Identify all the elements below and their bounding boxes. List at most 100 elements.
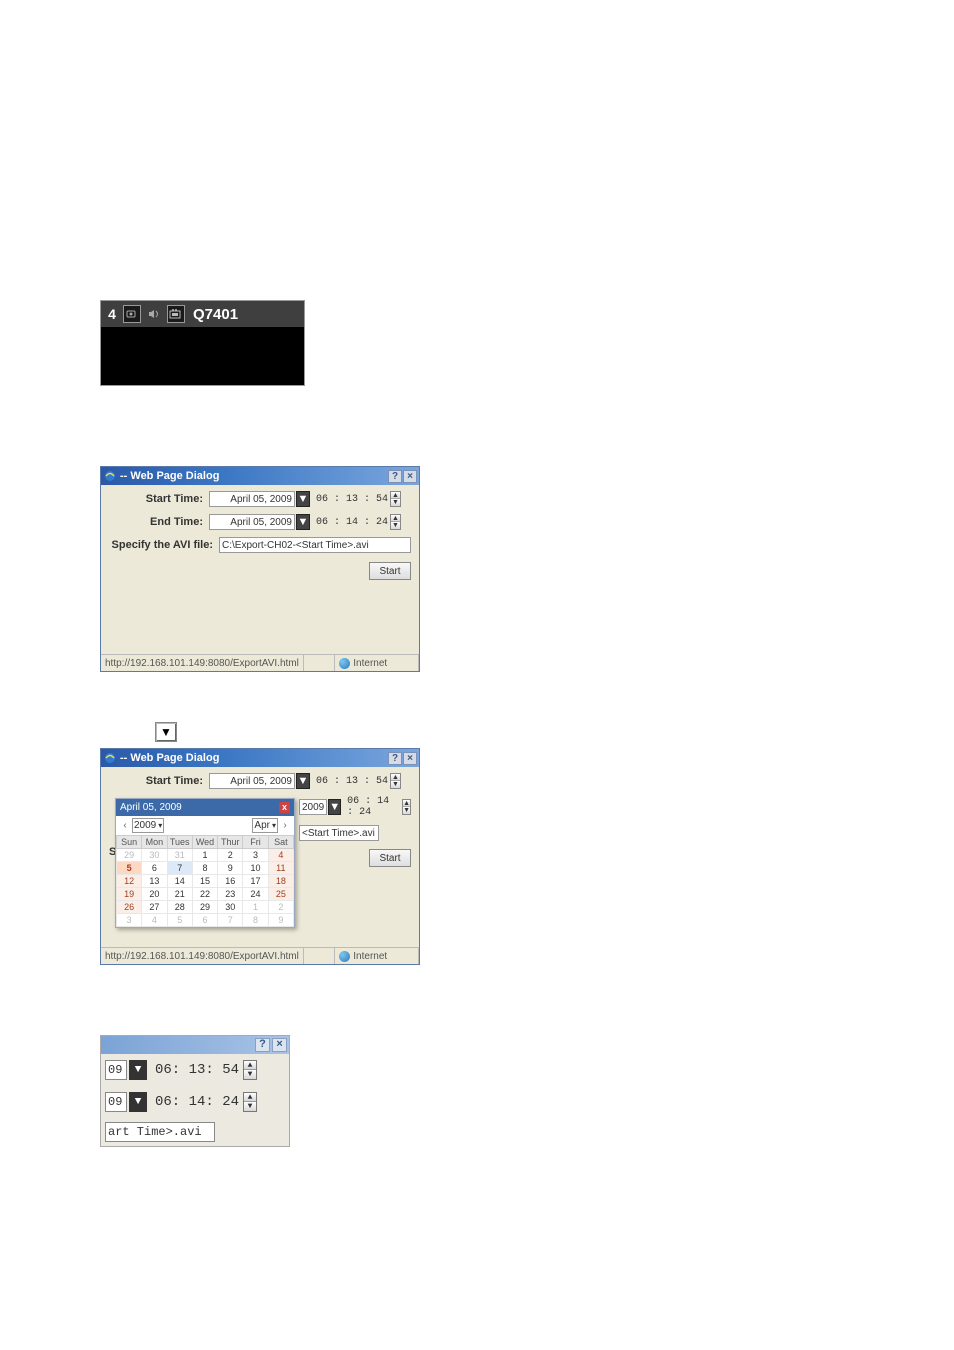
start-date-input[interactable]: April 05, 2009	[209, 773, 295, 789]
end-date-dropdown[interactable]: ▼	[328, 799, 341, 815]
calendar-day[interactable]: 12	[117, 875, 142, 888]
row1-year-frag[interactable]: 09	[105, 1060, 127, 1080]
calendar-day[interactable]: 5	[167, 914, 192, 927]
next-month-button[interactable]: ›	[280, 820, 290, 831]
start-date-input[interactable]: April 05, 2009	[209, 491, 295, 507]
spin-up-icon[interactable]: ▲	[391, 492, 400, 499]
file-fragment[interactable]: art Time>.avi	[105, 1122, 215, 1142]
end-time-spinner[interactable]: ▲ ▼	[390, 514, 401, 530]
audio-icon[interactable]	[145, 305, 163, 323]
calendar-day[interactable]: 1	[243, 901, 268, 914]
row1-time[interactable]: 06: 13: 54	[155, 1062, 239, 1078]
calendar-day[interactable]: 30	[218, 901, 243, 914]
calendar-day[interactable]: 1	[192, 849, 217, 862]
row2-dropdown[interactable]: ▼	[129, 1092, 147, 1112]
end-date-input[interactable]: April 05, 2009	[209, 514, 295, 530]
calendar-day[interactable]: 6	[142, 862, 167, 875]
calendar-close-button[interactable]: x	[279, 802, 290, 813]
avi-file-input-partial[interactable]: <Start Time>.avi	[299, 825, 379, 841]
close-button[interactable]: ×	[403, 752, 417, 765]
spin-down-icon[interactable]: ▼	[391, 522, 400, 529]
calendar-day[interactable]: 4	[268, 849, 293, 862]
calendar-day[interactable]: 3	[117, 914, 142, 927]
calendar-day[interactable]: 2	[218, 849, 243, 862]
calendar-day[interactable]: 10	[243, 862, 268, 875]
calendar-day[interactable]: 31	[167, 849, 192, 862]
start-time-text[interactable]: 06 : 13 : 54	[316, 494, 388, 505]
spin-down-icon[interactable]: ▼	[391, 499, 400, 506]
spin-up-icon[interactable]: ▲	[391, 515, 400, 522]
record-icon[interactable]	[123, 305, 141, 323]
calendar-day[interactable]: 7	[167, 862, 192, 875]
start-button[interactable]: Start	[369, 849, 411, 867]
calendar-day[interactable]: 16	[218, 875, 243, 888]
start-time-spinner[interactable]: ▲ ▼	[390, 773, 401, 789]
help-button[interactable]: ?	[255, 1038, 270, 1052]
help-button[interactable]: ?	[388, 470, 402, 483]
calendar-day[interactable]: 2	[268, 901, 293, 914]
spin-down-icon[interactable]: ▼	[244, 1070, 256, 1079]
calendar-day[interactable]: 20	[142, 888, 167, 901]
spin-down-icon[interactable]: ▼	[403, 807, 410, 814]
calendar-day[interactable]: 29	[117, 849, 142, 862]
calendar-day[interactable]: 26	[117, 901, 142, 914]
calendar-day[interactable]: 28	[167, 901, 192, 914]
close-button[interactable]: ×	[272, 1038, 287, 1052]
avi-file-input[interactable]: C:\Export-CH02-<Start Time>.avi	[219, 537, 411, 553]
calendar-day[interactable]: 15	[192, 875, 217, 888]
start-time-text[interactable]: 06 : 13 : 54	[316, 776, 388, 787]
end-time-text[interactable]: 06 : 14 : 24	[347, 796, 400, 818]
calendar-day[interactable]: 27	[142, 901, 167, 914]
end-time-spinner[interactable]: ▲ ▼	[402, 799, 411, 815]
start-time-spinner[interactable]: ▲ ▼	[390, 491, 401, 507]
calendar-day[interactable]: 5	[117, 862, 142, 875]
spin-up-icon[interactable]: ▲	[244, 1093, 256, 1102]
dialog-body: Start Time: April 05, 2009 ▼ 06 : 13 : 5…	[101, 485, 419, 654]
row2-time[interactable]: 06: 14: 24	[155, 1094, 239, 1110]
calendar-day[interactable]: 8	[243, 914, 268, 927]
calendar-day[interactable]: 19	[117, 888, 142, 901]
dropdown-button-standalone[interactable]: ▼	[155, 722, 177, 742]
calendar-day[interactable]: 9	[268, 914, 293, 927]
row2-spinner[interactable]: ▲ ▼	[243, 1092, 257, 1112]
calendar-day[interactable]: 25	[268, 888, 293, 901]
spin-down-icon[interactable]: ▼	[391, 781, 400, 788]
year-select[interactable]: 2009▾	[132, 818, 164, 833]
calendar-day[interactable]: 29	[192, 901, 217, 914]
month-select[interactable]: Apr▾	[252, 818, 278, 833]
spin-up-icon[interactable]: ▲	[391, 774, 400, 781]
camera-icon[interactable]	[167, 305, 185, 323]
row1-spinner[interactable]: ▲ ▼	[243, 1060, 257, 1080]
calendar-day[interactable]: 9	[218, 862, 243, 875]
row1-dropdown[interactable]: ▼	[129, 1060, 147, 1080]
calendar-day[interactable]: 24	[243, 888, 268, 901]
calendar-day[interactable]: 11	[268, 862, 293, 875]
calendar-day[interactable]: 22	[192, 888, 217, 901]
calendar-day[interactable]: 3	[243, 849, 268, 862]
calendar-day[interactable]: 6	[192, 914, 217, 927]
calendar-day[interactable]: 23	[218, 888, 243, 901]
calendar-day[interactable]: 4	[142, 914, 167, 927]
calendar-day[interactable]: 8	[192, 862, 217, 875]
spin-up-icon[interactable]: ▲	[244, 1061, 256, 1070]
end-time-text[interactable]: 06 : 14 : 24	[316, 517, 388, 528]
start-date-dropdown[interactable]: ▼	[296, 773, 310, 789]
row2-year-frag[interactable]: 09	[105, 1092, 127, 1112]
calendar-day[interactable]: 30	[142, 849, 167, 862]
calendar-day[interactable]: 14	[167, 875, 192, 888]
start-button[interactable]: Start	[369, 562, 411, 580]
start-date-dropdown[interactable]: ▼	[296, 491, 310, 507]
end-year-input[interactable]: 2009	[299, 799, 327, 815]
calendar-day[interactable]: 13	[142, 875, 167, 888]
calendar-day[interactable]: 21	[167, 888, 192, 901]
spin-up-icon[interactable]: ▲	[403, 800, 410, 807]
help-button[interactable]: ?	[388, 752, 402, 765]
prev-year-button[interactable]: ‹	[120, 820, 130, 831]
end-date-dropdown[interactable]: ▼	[296, 514, 310, 530]
calendar-day[interactable]: 17	[243, 875, 268, 888]
close-button[interactable]: ×	[403, 470, 417, 483]
spin-down-icon[interactable]: ▼	[244, 1102, 256, 1111]
status-zone: Internet	[335, 948, 419, 964]
calendar-day[interactable]: 18	[268, 875, 293, 888]
calendar-day[interactable]: 7	[218, 914, 243, 927]
